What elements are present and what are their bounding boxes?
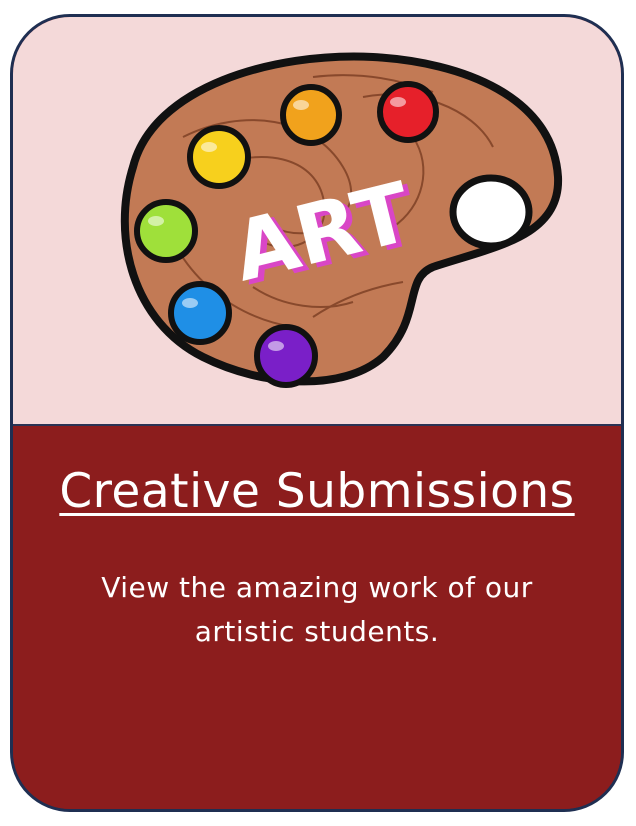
paint-green <box>134 199 198 263</box>
card-image: ART ART <box>13 17 621 426</box>
paint-orange <box>280 84 342 146</box>
thumb-hole <box>449 174 533 250</box>
card-body: Creative Submissions View the amazing wo… <box>13 426 621 809</box>
paint-yellow <box>187 125 251 189</box>
paint-blue <box>168 281 232 345</box>
paint-purple <box>254 324 318 388</box>
creative-submissions-card[interactable]: ART ART Creative Submissions View the am… <box>10 14 624 812</box>
card-description: View the amazing work of our artistic st… <box>101 571 533 648</box>
art-palette-icon: ART ART <box>120 52 563 388</box>
card-title[interactable]: Creative Submissions <box>13 462 621 522</box>
paint-red <box>377 81 439 143</box>
